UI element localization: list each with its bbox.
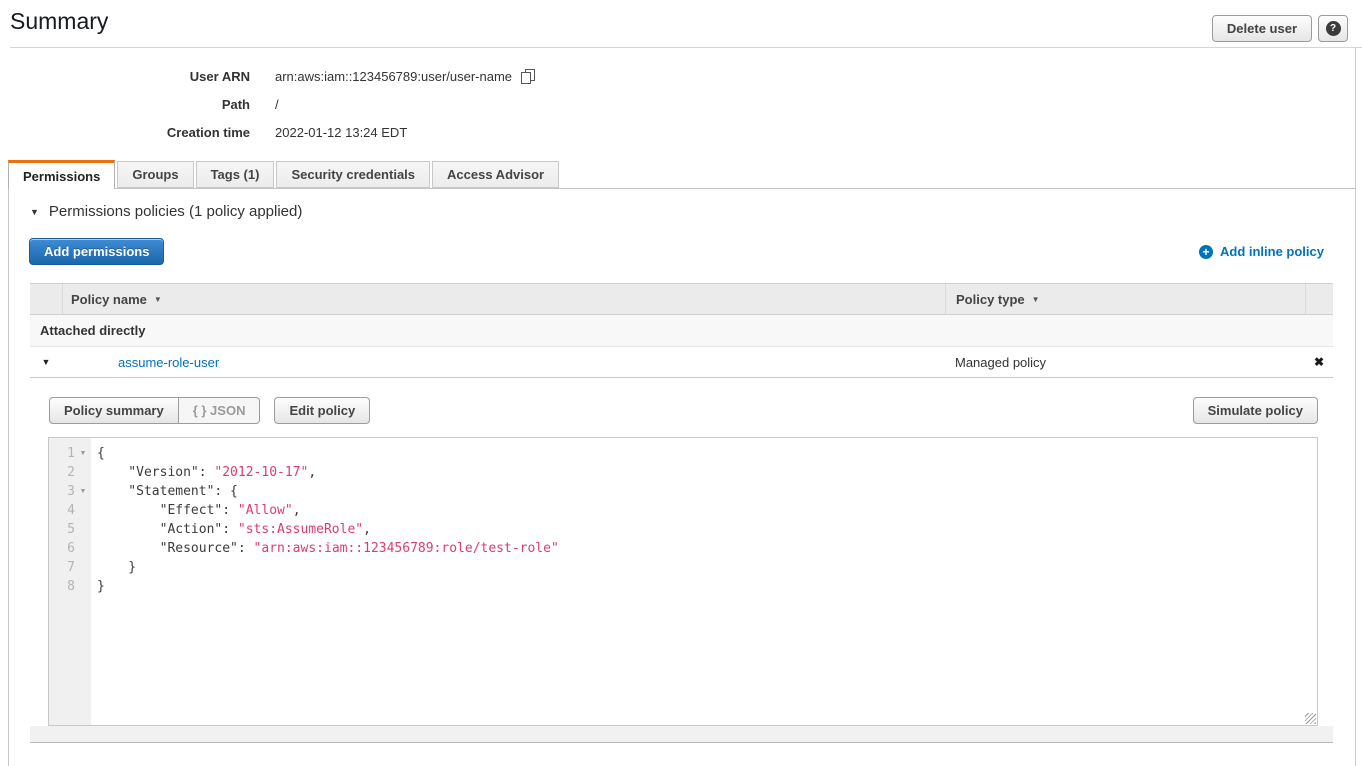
table-row: ▼ assume-role-user Managed policy ✖ xyxy=(30,347,1333,378)
tab-tags[interactable]: Tags (1) xyxy=(196,161,275,188)
detail-row-creation-time: Creation time 2022-01-12 13:24 EDT xyxy=(10,122,407,142)
plus-circle-icon: + xyxy=(1199,245,1213,259)
content-right-border xyxy=(1355,48,1356,766)
path-label: Path xyxy=(10,97,250,112)
caret-down-icon: ▼ xyxy=(30,207,39,217)
delete-user-button[interactable]: Delete user xyxy=(1212,15,1312,42)
policy-name-link[interactable]: assume-role-user xyxy=(118,355,219,370)
policy-name-header-label: Policy name xyxy=(71,292,147,307)
tab-security-credentials[interactable]: Security credentials xyxy=(276,161,430,188)
policy-type-header-label: Policy type xyxy=(956,292,1025,307)
policy-type-column-header[interactable]: Policy type ▼ xyxy=(945,284,1305,314)
sort-caret-icon: ▼ xyxy=(154,295,162,304)
actions-column-header xyxy=(1305,284,1333,314)
simulate-policy-button[interactable]: Simulate policy xyxy=(1193,397,1318,424)
policies-table-header: Policy name ▼ Policy type ▼ xyxy=(30,283,1333,315)
tab-bar: Permissions Groups Tags (1) Security cre… xyxy=(8,160,561,189)
copy-icon[interactable] xyxy=(521,69,535,84)
add-inline-policy-link[interactable]: + Add inline policy xyxy=(1199,244,1324,259)
detail-row-path: Path / xyxy=(10,94,279,114)
path-value: / xyxy=(275,97,279,112)
user-arn-value: arn:aws:iam::123456789:user/user-name xyxy=(275,69,512,84)
tab-access-advisor[interactable]: Access Advisor xyxy=(432,161,559,188)
json-editor-lines[interactable]: { "Version": "2012-10-17", "Statement": … xyxy=(91,438,1317,725)
policy-view-button-group: Policy summary { } JSON Edit policy xyxy=(49,397,370,424)
group-row-attached-directly: Attached directly xyxy=(30,315,1333,347)
edit-policy-button[interactable]: Edit policy xyxy=(274,397,370,424)
sort-caret-icon: ▼ xyxy=(1032,295,1040,304)
policy-summary-button[interactable]: Policy summary xyxy=(49,397,179,424)
question-mark-icon: ? xyxy=(1326,21,1341,36)
row-expander-caret-icon[interactable]: ▼ xyxy=(42,357,51,367)
policy-name-column-header[interactable]: Policy name ▼ xyxy=(62,284,945,314)
json-policy-editor[interactable]: 1▼23▼45678 { "Version": "2012-10-17", "S… xyxy=(48,437,1318,726)
policy-type-value: Managed policy xyxy=(955,355,1046,370)
tab-permissions[interactable]: Permissions xyxy=(8,160,115,189)
permissions-policies-heading[interactable]: ▼ Permissions policies (1 policy applied… xyxy=(30,203,302,220)
add-inline-policy-label: Add inline policy xyxy=(1220,244,1324,259)
expanded-row-footer xyxy=(30,726,1333,743)
detach-policy-x-icon[interactable]: ✖ xyxy=(1314,355,1324,369)
help-button[interactable]: ? xyxy=(1318,15,1348,42)
expander-column-header xyxy=(30,284,62,314)
detail-row-user-arn: User ARN arn:aws:iam::123456789:user/use… xyxy=(10,66,535,86)
page-title: Summary xyxy=(10,8,108,35)
json-view-button[interactable]: { } JSON xyxy=(179,397,261,424)
tab-groups[interactable]: Groups xyxy=(117,161,193,188)
creation-time-label: Creation time xyxy=(10,125,250,140)
policies-table: Policy name ▼ Policy type ▼ Attached dir… xyxy=(30,283,1333,378)
creation-time-value: 2022-01-12 13:24 EDT xyxy=(275,125,407,140)
user-arn-label: User ARN xyxy=(10,69,250,84)
add-permissions-button[interactable]: Add permissions xyxy=(29,238,164,265)
editor-resize-handle[interactable] xyxy=(1305,713,1316,724)
tab-content-left-border xyxy=(8,188,9,766)
permissions-policies-heading-label: Permissions policies (1 policy applied) xyxy=(49,203,302,220)
json-editor-gutter: 1▼23▼45678 xyxy=(49,438,91,725)
group-row-label: Attached directly xyxy=(40,323,145,338)
header-divider xyxy=(10,47,1362,48)
